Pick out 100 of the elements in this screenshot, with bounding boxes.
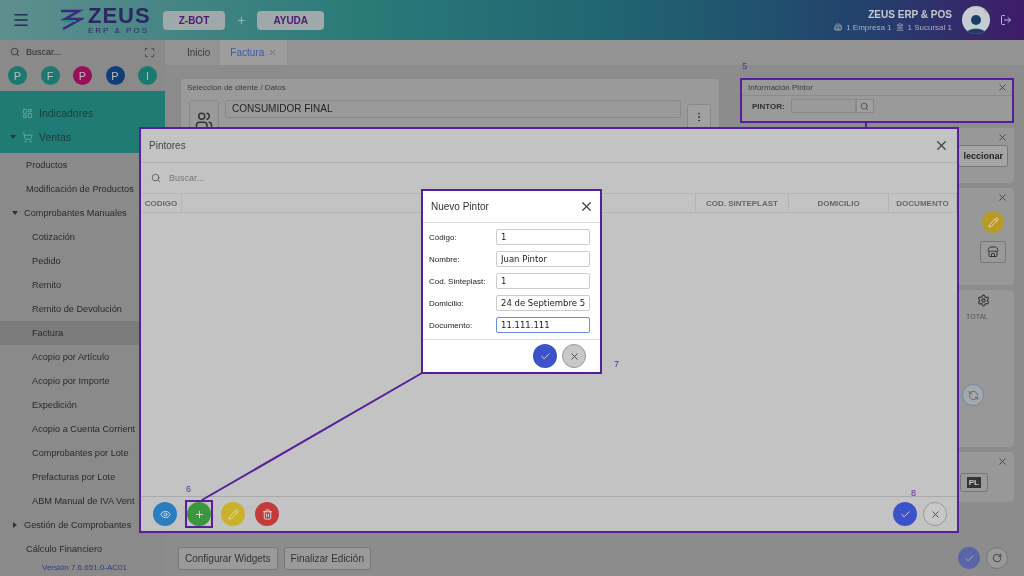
client-name-field[interactable]: CONSUMIDOR FINAL [225,100,681,118]
company-label: 1 Empresa 1 [846,22,892,32]
tab[interactable]: Inicio [177,40,221,65]
check-icon [539,350,551,362]
menu-item[interactable]: Indicadores [0,101,165,125]
shortcut-button[interactable]: P [73,66,92,85]
store-button[interactable] [980,241,1006,263]
select-button[interactable]: leccionar [958,145,1008,167]
file-button[interactable]: PL [959,473,988,492]
more-button[interactable] [687,104,711,130]
caret-icon [12,522,18,528]
delete-button[interactable] [255,502,279,526]
eye-icon [159,508,171,520]
company-name: ZEUS ERP & POS [868,8,952,20]
field-label: Documento: [429,320,473,330]
file-badge: PL [966,477,981,488]
search-field[interactable]: Buscar... [24,46,124,58]
callout-number: 8 [911,488,916,498]
search-button[interactable] [855,99,874,113]
footer-button[interactable]: Finalizar Edición [283,546,371,570]
branch-label: 1 Sucursal 1 [907,22,952,32]
field-label: Cod. Sinteplast: [429,276,486,286]
check-icon [963,552,975,564]
search-field[interactable]: Buscar... [167,172,367,184]
close-icon [568,350,580,362]
caret-icon [12,210,18,216]
column-header: COD. SINTEPLAST [696,194,789,212]
refresh-button[interactable] [986,547,1008,569]
logo-subtitle: ERP & POS [88,27,150,35]
cancel-button[interactable] [562,344,586,368]
user-avatar[interactable] [962,6,990,34]
callout-number: 7 [614,359,619,369]
logo-icon [58,8,84,32]
cart-icon [22,131,33,143]
dialog-title: Pintores [149,140,186,151]
check-icon [899,508,911,520]
field-label: PINTOR: [752,101,785,111]
menu-item[interactable]: Cálculo Financiero [0,537,165,561]
close-icon [997,82,1008,93]
pencil-icon [227,508,239,520]
accept-button[interactable] [533,344,557,368]
close-icon [268,48,278,57]
close-icon [579,199,594,214]
input-field[interactable]: Juan Pintor [496,251,590,267]
search-icon [10,47,20,57]
building-icon [834,23,843,31]
trash-icon [261,508,273,520]
sync-button[interactable] [962,384,984,406]
dialog-title: Nuevo Pintor [431,201,489,212]
shortcut-button[interactable]: P [8,66,27,85]
callout-number: 5 [742,61,747,71]
accept-button[interactable] [893,502,917,526]
view-button[interactable] [153,502,177,526]
logout-icon [1000,14,1012,26]
column-header: CODIGO [141,194,182,212]
dashboard-icon [22,107,33,119]
tab[interactable]: Factura [220,40,288,65]
close-icon [997,456,1008,467]
version-text: Versión 7.6.651.0-AC01 [41,562,128,572]
footer-button[interactable]: Configurar Widgets [178,546,278,570]
input-field[interactable]: 11.111.111 [496,317,590,333]
store-icon [987,246,999,258]
search-icon [151,173,161,183]
shortcut-button[interactable]: P [105,66,125,85]
edit-button[interactable] [982,211,1004,233]
header-button[interactable]: Z-BOT [162,10,226,30]
sync-icon [967,389,979,401]
pencil-icon [987,216,999,228]
input-field[interactable]: 1 [496,273,590,289]
field-label: Nombre: [429,254,460,264]
column-header: DOCUMENTO [889,194,957,212]
search-icon [860,101,870,111]
column-header: DOMICILIO [789,194,889,212]
separator-text: + [237,12,246,28]
logo-title: ZEUS [88,5,151,27]
close-icon [934,138,949,153]
input-field[interactable]: 1 [496,229,590,245]
save-button[interactable] [958,547,980,569]
plus-icon [193,508,205,520]
users-icon [195,111,213,129]
field-label: Código: [429,232,457,242]
header-button[interactable]: AYUDA [257,10,325,30]
fullscreen-icon [144,46,155,58]
panel-title: Seleccion de cliente / Datos [186,82,287,94]
caret-icon [10,134,16,140]
branch-icon [895,23,904,31]
close-icon [997,132,1008,143]
cancel-button[interactable] [923,502,947,526]
panel-title: Información Pintor [748,83,813,92]
field-label: Domicilio: [429,298,464,308]
callout-number: 6 [186,484,191,494]
menu-item[interactable]: Gestión de Comprobantes [0,513,165,537]
settings-icon [977,294,990,307]
close-icon [929,508,941,520]
shortcut-button[interactable]: F [40,66,60,85]
shortcut-button[interactable]: I [138,66,157,85]
close-icon [997,192,1008,203]
menu-icon [12,11,30,29]
refresh-icon [992,553,1002,563]
input-field[interactable]: 24 de Septiembre 5 [496,295,590,311]
